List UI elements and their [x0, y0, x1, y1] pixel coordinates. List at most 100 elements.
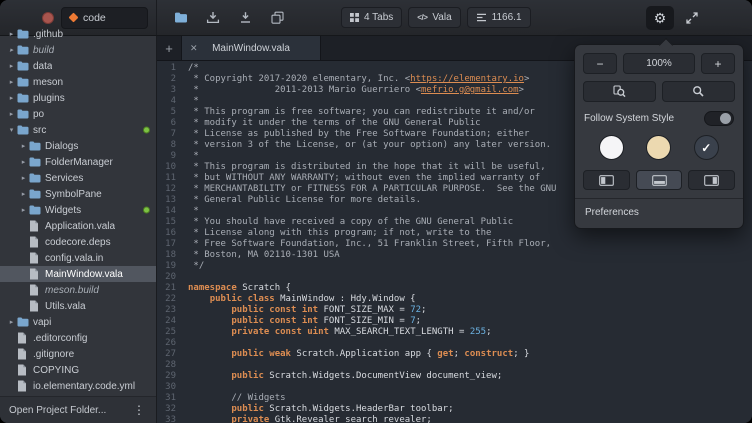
code-text: *: [176, 96, 199, 107]
light-style-button[interactable]: [599, 135, 624, 160]
line-number: 11: [157, 173, 176, 184]
folder-icon: [17, 317, 31, 327]
tree-item-github[interactable]: ▸.github: [0, 26, 156, 42]
code-line: 21namespace Scratch {: [157, 283, 752, 294]
tree-item-label: Utils.vala: [43, 301, 86, 312]
zoom-out-button[interactable]: −: [583, 53, 617, 74]
tab-close-icon[interactable]: ✕: [190, 43, 198, 54]
find-button[interactable]: [583, 81, 656, 102]
file-icon: [17, 380, 31, 392]
tree-item-meson-build[interactable]: meson.build: [0, 282, 156, 298]
code-text: * MERCHANTABILITY or FITNESS FOR A PARTI…: [176, 184, 556, 195]
zoom-in-button[interactable]: +: [701, 53, 735, 74]
tree-item-gitignore[interactable]: .gitignore: [0, 346, 156, 362]
language-button[interactable]: </>Vala: [408, 7, 460, 28]
code-line: 17 * Free Software Foundation, Inc., 51 …: [157, 239, 752, 250]
open-folder-button[interactable]: [167, 6, 195, 30]
tree-item-services[interactable]: ▸Services: [0, 170, 156, 186]
tree-item-foldermanager[interactable]: ▸FolderManager: [0, 154, 156, 170]
tree-item-symbolpane[interactable]: ▸SymbolPane: [0, 186, 156, 202]
expander-icon[interactable]: ▸: [6, 94, 17, 102]
file-icon: [29, 252, 43, 264]
settings-popover: − 100% + Follow System Style ✓ Preferenc…: [574, 44, 744, 229]
expander-icon[interactable]: ▸: [6, 318, 17, 326]
expander-open-icon[interactable]: ▾: [6, 126, 17, 134]
tree-item-build[interactable]: ▸ build: [0, 42, 156, 58]
tree-item-editorconfig[interactable]: .editorconfig: [0, 330, 156, 346]
goto-line-button[interactable]: 1166.1: [467, 7, 531, 28]
tree-item-plugins[interactable]: ▸ plugins: [0, 90, 156, 106]
expander-icon[interactable]: ▸: [6, 110, 17, 118]
tree-item-label: plugins: [31, 93, 65, 104]
expander-icon[interactable]: ▸: [18, 174, 29, 182]
code-text: namespace Scratch {: [176, 283, 291, 294]
expander-icon[interactable]: ▸: [18, 158, 29, 166]
project-name: code: [83, 12, 106, 24]
expander-icon[interactable]: ▸: [6, 62, 17, 70]
tab-mainwindow-vala[interactable]: ✕ MainWindow.vala: [181, 36, 321, 60]
expander-icon[interactable]: ▸: [6, 46, 17, 54]
expander-icon[interactable]: ▸: [6, 78, 17, 86]
tree-item-vapi[interactable]: ▸vapi: [0, 314, 156, 330]
expander-icon[interactable]: ▸: [18, 206, 29, 214]
tree-item-io-elementary-code-yml[interactable]: io.elementary.code.yml: [0, 378, 156, 394]
expander-icon[interactable]: ▸: [18, 190, 29, 198]
code-text: public const int FONT_SIZE_MAX = 72;: [176, 305, 426, 316]
tree-item-label: codecore.deps: [43, 237, 111, 248]
tree-item-application-vala[interactable]: Application.vala: [0, 218, 156, 234]
tree-item-copying[interactable]: COPYING: [0, 362, 156, 378]
tree-item-label: config.vala.in: [43, 253, 103, 264]
code-line: 16 * License along with this program; if…: [157, 228, 752, 239]
settings-button[interactable]: ⚙: [646, 6, 674, 30]
sidebar-menu-icon[interactable]: ⋮: [131, 403, 147, 417]
zoom-level-button[interactable]: 100%: [623, 53, 695, 74]
tree-item-codecore-deps[interactable]: codecore.deps: [0, 234, 156, 250]
tree-item-widgets[interactable]: ▸Widgets: [0, 202, 156, 218]
line-number: 22: [157, 294, 176, 305]
sidebar-footer: Open Project Folder... ⋮: [0, 396, 156, 423]
window-close-button[interactable]: [42, 12, 54, 24]
expander-icon[interactable]: ▸: [18, 142, 29, 150]
sepia-style-button[interactable]: [646, 135, 671, 160]
follow-system-style-toggle[interactable]: [704, 111, 734, 126]
toolbar: 4 Tabs </>Vala 1166.1 ⚙: [157, 0, 752, 35]
tree-item-label: build: [31, 45, 54, 56]
open-project-folder-button[interactable]: Open Project Folder...: [9, 405, 131, 416]
tree-item-mainwindow-vala[interactable]: MainWindow.vala: [0, 266, 156, 282]
line-number: 3: [157, 85, 176, 96]
toggle-outline-button[interactable]: [688, 170, 735, 190]
tab-overview-button[interactable]: 4 Tabs: [341, 7, 402, 28]
tree-item-utils-vala[interactable]: Utils.vala: [0, 298, 156, 314]
tree-item-po[interactable]: ▸po: [0, 106, 156, 122]
code-line: 20: [157, 272, 752, 283]
gear-icon: ⚙: [654, 11, 667, 25]
goto-icon: [476, 13, 487, 22]
open-file-button[interactable]: [199, 6, 227, 30]
file-icon: [29, 300, 43, 312]
folder-icon: [17, 109, 31, 119]
code-text: [176, 272, 188, 283]
find-in-project-button[interactable]: [662, 81, 735, 102]
tree-item-dialogs[interactable]: ▸Dialogs: [0, 138, 156, 154]
code-text: * License as published by the Free Softw…: [176, 129, 529, 140]
code-text: * This program is free software; you can…: [176, 107, 535, 118]
save-as-button[interactable]: [231, 6, 259, 30]
tree-item-meson[interactable]: ▸meson: [0, 74, 156, 90]
preferences-button[interactable]: Preferences: [583, 199, 735, 220]
tree-item-data[interactable]: ▸data: [0, 58, 156, 74]
tree-item-src[interactable]: ▾ src: [0, 122, 156, 138]
dark-style-button[interactable]: ✓: [694, 135, 719, 160]
templates-button[interactable]: [263, 6, 291, 30]
tree-item-label: src: [31, 125, 46, 136]
code-text: [176, 338, 188, 349]
expander-icon[interactable]: ▸: [6, 30, 17, 38]
language-label: Vala: [432, 12, 451, 23]
tree-item-config-vala-in[interactable]: config.vala.in: [0, 250, 156, 266]
fullscreen-button[interactable]: [678, 6, 706, 30]
code-line: 33 private Gtk.Revealer search_revealer;: [157, 415, 752, 423]
new-tab-button[interactable]: +: [157, 36, 181, 60]
toggle-sidebar-button[interactable]: [583, 170, 630, 190]
code-line: 31 // Widgets: [157, 393, 752, 404]
folder-icon: [17, 29, 31, 39]
toggle-bottom-panel-button[interactable]: [636, 170, 683, 190]
